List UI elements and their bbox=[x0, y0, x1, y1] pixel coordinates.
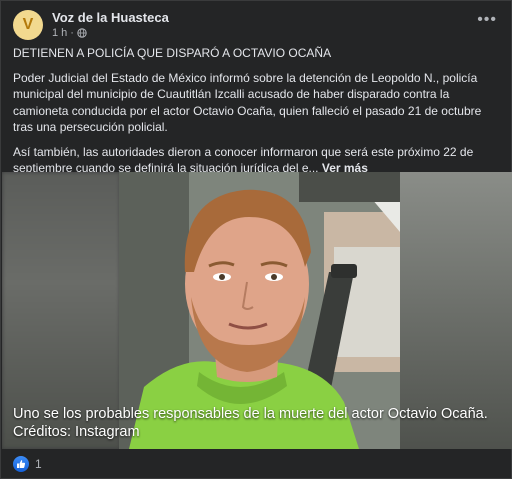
globe-icon bbox=[77, 28, 87, 38]
reaction-count[interactable]: 1 bbox=[35, 457, 42, 471]
like-icon bbox=[13, 456, 29, 472]
caption-line-1: Uno se los probables responsables de la … bbox=[13, 406, 488, 422]
post-headline: DETIENEN A POLICÍA QUE DISPARÓ A OCTAVIO… bbox=[13, 46, 332, 60]
more-options-icon[interactable]: ••• bbox=[477, 12, 497, 28]
post-meta: 1 h · bbox=[52, 27, 87, 39]
post-paragraph-2-text: Así también, las autoridades dieron a co… bbox=[13, 144, 474, 176]
reactions-bar[interactable]: 1 bbox=[13, 456, 42, 472]
page-name-link[interactable]: Voz de la Huasteca bbox=[52, 10, 169, 25]
post-card: V Voz de la Huasteca 1 h · ••• DETIENEN … bbox=[0, 0, 512, 479]
avatar[interactable]: V bbox=[13, 10, 43, 40]
post-time[interactable]: 1 h bbox=[52, 27, 67, 39]
post-paragraph-1: Poder Judicial del Estado de México info… bbox=[13, 70, 482, 135]
meta-separator: · bbox=[70, 27, 74, 39]
photo-caption: Uno se los probables responsables de la … bbox=[13, 405, 503, 441]
caption-line-2: Créditos: Instagram bbox=[13, 424, 140, 440]
post-text: DETIENEN A POLICÍA QUE DISPARÓ A OCTAVIO… bbox=[13, 45, 501, 185]
post-header: V Voz de la Huasteca 1 h · ••• bbox=[13, 10, 501, 40]
